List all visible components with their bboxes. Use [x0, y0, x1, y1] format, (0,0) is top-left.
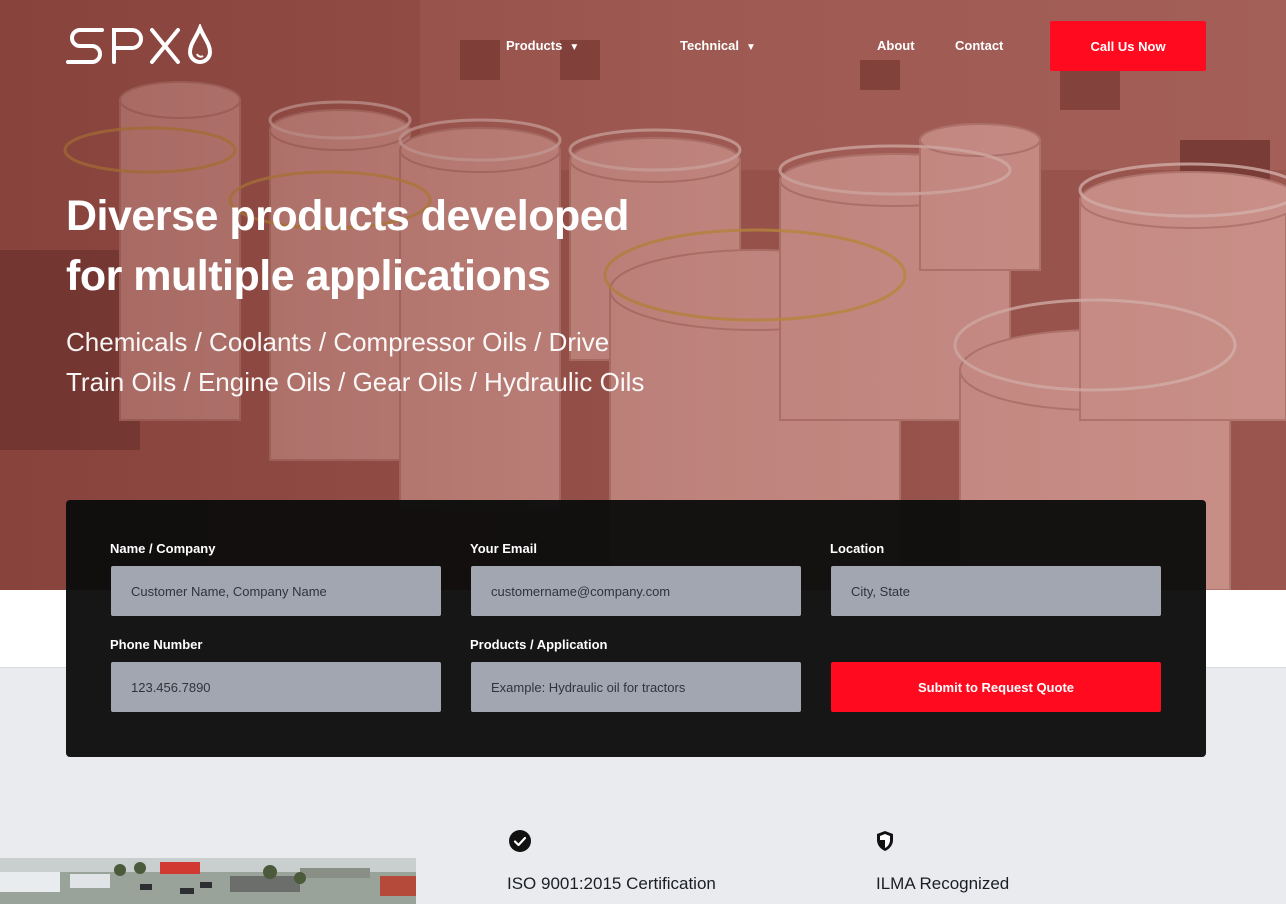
nav-technical[interactable]: Technical ▼ [680, 38, 756, 53]
nav-contact[interactable]: Contact [955, 38, 1003, 53]
products-application-label: Products / Application [470, 637, 608, 652]
nav-technical-label: Technical [680, 38, 740, 53]
hero-title: Diverse products developed for multiple … [66, 186, 706, 306]
email-input[interactable] [471, 566, 801, 616]
phone-label: Phone Number [110, 637, 203, 652]
chevron-down-icon: ▼ [746, 42, 756, 53]
location-input[interactable] [831, 566, 1161, 616]
check-circle-icon [509, 830, 531, 852]
phone-input[interactable] [111, 662, 441, 712]
submit-quote-button[interactable]: Submit to Request Quote [831, 662, 1161, 712]
name-company-input[interactable] [111, 566, 441, 616]
hero-subtitle: Chemicals / Coolants / Compressor Oils /… [66, 322, 666, 402]
nav-products-label: Products [506, 38, 563, 53]
top-navigation: Products ▼ Technical ▼ About Contact Call … [0, 0, 1286, 90]
call-us-now-button[interactable]: Call Us Now [1050, 21, 1206, 71]
chevron-down-icon: ▼ [569, 42, 580, 53]
hero-subtitle-line-1: Chemicals / Coolants / Compressor Oils /… [66, 327, 610, 357]
products-application-input[interactable] [471, 662, 801, 712]
nav-about[interactable]: About [877, 38, 915, 53]
nav-products[interactable]: Products ▼ [506, 38, 579, 53]
location-label: Location [830, 541, 885, 556]
shield-icon [877, 831, 893, 851]
iso-certification-title: ISO 9001:2015 Certification [507, 874, 716, 893]
hero-title-line-2: for multiple applications [66, 252, 551, 300]
email-label: Your Email [470, 541, 537, 556]
hero-title-line-1: Diverse products developed [66, 192, 629, 240]
name-company-label: Name / Company [110, 541, 216, 556]
hero-subtitle-line-2: Train Oils / Engine Oils / Gear Oils / H… [66, 367, 645, 397]
quote-request-form: Name / Company Your Email Location Phone… [66, 500, 1206, 757]
facility-aerial-photo [0, 858, 416, 904]
spx-logo[interactable] [66, 24, 216, 68]
ilma-recognized-title: ILMA Recognized [876, 874, 1010, 893]
